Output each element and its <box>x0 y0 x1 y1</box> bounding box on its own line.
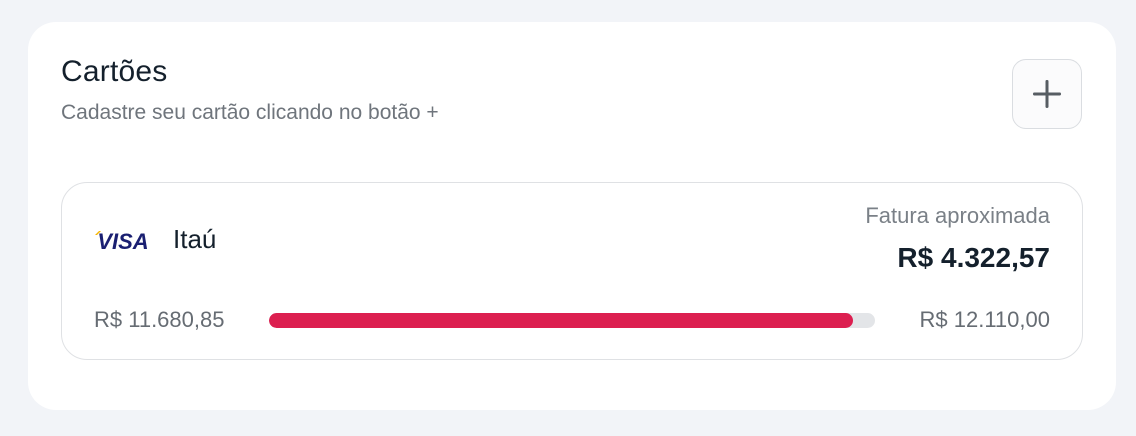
invoice-label: Fatura aproximada <box>865 203 1050 228</box>
section-title: Cartões <box>61 55 168 88</box>
limit-usage-fill <box>269 313 854 328</box>
limit-usage-bar <box>269 313 875 328</box>
card-item[interactable]: VISA Itaú Fatura aproximada R$ 4.322,57 … <box>61 182 1083 360</box>
plus-icon <box>1033 80 1061 108</box>
used-amount: R$ 11.680,85 <box>94 307 225 332</box>
cards-panel: Cartões Cadastre seu cartão clicando no … <box>28 22 1116 410</box>
bank-name: Itaú <box>173 224 217 254</box>
invoice-value: R$ 4.322,57 <box>897 242 1050 273</box>
limit-amount: R$ 12.110,00 <box>919 307 1050 332</box>
visa-logo-text: VISA <box>97 229 148 252</box>
visa-logo: VISA <box>95 229 149 252</box>
section-subtitle: Cadastre seu cartão clicando no botão + <box>61 101 439 124</box>
add-card-button[interactable] <box>1012 59 1082 129</box>
